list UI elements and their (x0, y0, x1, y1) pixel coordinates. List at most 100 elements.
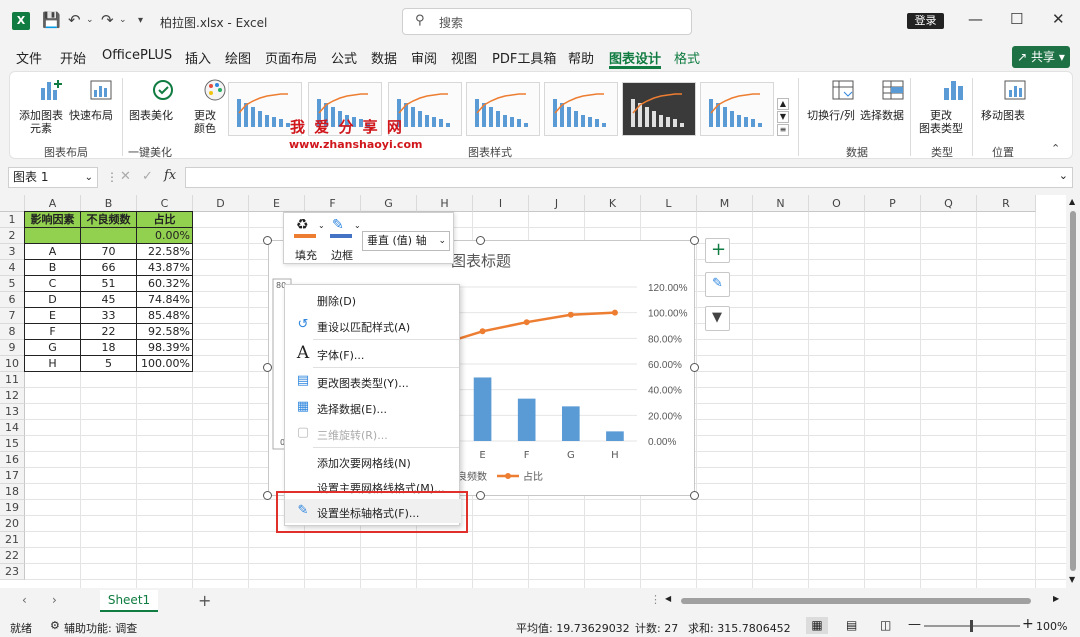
status-accessibility[interactable]: 辅助功能: 调查 (64, 620, 137, 636)
menu-home[interactable]: 开始 (60, 48, 86, 67)
table-cell[interactable]: 85.48% (136, 307, 193, 324)
table-cell[interactable]: 98.39% (136, 339, 193, 356)
scroll-up-icon[interactable]: ▲ (1069, 197, 1075, 206)
row-header-10[interactable]: 10 (0, 356, 25, 372)
resize-handle[interactable] (690, 491, 699, 500)
quick-layout-button[interactable]: 快速布局 (68, 78, 114, 122)
row-header-1[interactable]: 1 (0, 212, 25, 228)
table-cell[interactable]: 74.84% (136, 291, 193, 308)
header-cell[interactable]: 不良频数 (80, 211, 137, 228)
chart-title[interactable]: 图表标题 (451, 250, 511, 271)
switch-row-col-button[interactable]: 切换行/列 (806, 78, 856, 122)
menu-item-delete[interactable]: 删除(D) (285, 287, 461, 311)
cancel-formula-icon[interactable]: ✕ (120, 169, 131, 184)
row-header-17[interactable]: 17 (0, 468, 25, 484)
prev-sheet-icon[interactable]: ‹ (22, 593, 27, 607)
row-header-19[interactable]: 19 (0, 500, 25, 516)
table-cell[interactable]: E (24, 307, 81, 324)
chart-style-4[interactable] (466, 82, 540, 136)
undo-dropdown-icon[interactable]: ⌄ (86, 15, 94, 25)
column-header-j[interactable]: J (529, 195, 585, 212)
resize-handle[interactable] (263, 491, 272, 500)
chart-elements-button[interactable]: + (705, 238, 730, 263)
row-header-8[interactable]: 8 (0, 324, 25, 340)
row-header-6[interactable]: 6 (0, 292, 25, 308)
row-header-14[interactable]: 14 (0, 420, 25, 436)
fill-button[interactable]: ♻ ⌄ 填充 (292, 217, 325, 262)
chart-line-point[interactable] (523, 319, 530, 326)
maximize-icon[interactable]: ☐ (1010, 10, 1023, 28)
select-data-button[interactable]: 选择数据 (858, 78, 906, 122)
move-chart-button[interactable]: 移动图表 (978, 78, 1028, 122)
column-header-i[interactable]: I (473, 195, 529, 212)
column-header-l[interactable]: L (641, 195, 697, 212)
chart-bar-h[interactable] (606, 431, 624, 441)
zoom-in-icon[interactable]: + (1022, 616, 1034, 632)
undo-icon[interactable]: ↶ (68, 11, 81, 29)
header-cell[interactable]: 占比 (136, 211, 193, 228)
menu-chart-design[interactable]: 图表设计 (609, 48, 661, 67)
row-header-21[interactable]: 21 (0, 532, 25, 548)
chart-style-5[interactable] (544, 82, 618, 136)
column-header-d[interactable]: D (193, 195, 249, 212)
row-header-15[interactable]: 15 (0, 436, 25, 452)
menu-item-change-chart-type[interactable]: ▤ 更改图表类型(Y)... (285, 369, 461, 393)
table-cell[interactable]: G (24, 339, 81, 356)
resize-handle[interactable] (476, 236, 485, 245)
horizontal-scrollbar[interactable]: ◀ ▶ (665, 594, 1065, 608)
row-header-20[interactable]: 20 (0, 516, 25, 532)
resize-handle[interactable] (476, 491, 485, 500)
chart-bar-g[interactable] (561, 406, 580, 441)
redo-dropdown-icon[interactable]: ⌄ (119, 15, 127, 25)
table-cell[interactable]: H (24, 355, 81, 372)
table-cell[interactable]: 45 (80, 291, 137, 308)
hscroll-thumb[interactable] (681, 598, 1031, 604)
name-box-dropdown-icon[interactable]: ⌄ (85, 168, 93, 187)
row-header-12[interactable]: 12 (0, 388, 25, 404)
chart-style-7[interactable] (700, 82, 774, 136)
chart-bar-e[interactable] (473, 377, 492, 441)
column-header-a[interactable]: A (25, 195, 81, 212)
row-header-13[interactable]: 13 (0, 404, 25, 420)
zoom-out-icon[interactable]: — (908, 617, 921, 632)
table-cell[interactable]: 43.87% (136, 259, 193, 276)
menu-data[interactable]: 数据 (371, 48, 397, 67)
zoom-level[interactable]: 100% (1036, 620, 1067, 633)
scroll-thumb[interactable] (1070, 211, 1076, 571)
border-button[interactable]: ✎ ⌄ 边框 (328, 217, 361, 262)
chart-styles-button[interactable]: ✎ (705, 272, 730, 297)
table-cell[interactable]: 70 (80, 243, 137, 260)
share-button[interactable]: ↗ 共享 ▾ (1012, 46, 1070, 68)
chart-filters-button[interactable]: ▼ (705, 306, 730, 331)
search-box[interactable]: ⚲ 搜索 (402, 8, 692, 35)
menu-page-layout[interactable]: 页面布局 (265, 48, 317, 67)
column-header-b[interactable]: B (81, 195, 137, 212)
change-color-button[interactable]: 更改 颜色 (182, 78, 228, 135)
menu-item-select-data[interactable]: ▦ 选择数据(E)... (285, 395, 461, 419)
table-cell[interactable]: 18 (80, 339, 137, 356)
table-cell[interactable]: 100.00% (136, 355, 193, 372)
sheet-tab-sheet1[interactable]: Sheet1 (100, 590, 158, 612)
row-header-18[interactable]: 18 (0, 484, 25, 500)
column-header-p[interactable]: P (865, 195, 921, 212)
menu-review[interactable]: 审阅 (411, 48, 437, 67)
page-break-view-icon[interactable]: ◫ (880, 618, 891, 632)
chart-beautify-button[interactable]: 图表美化 (126, 78, 176, 122)
table-cell[interactable]: 33 (80, 307, 137, 324)
formula-input[interactable]: ⌄ (185, 167, 1073, 188)
chart-element-select[interactable]: 垂直 (值) 轴 ⌄ (362, 231, 450, 251)
table-cell[interactable]: 22.58% (136, 243, 193, 260)
table-cell[interactable]: 60.32% (136, 275, 193, 292)
menu-insert[interactable]: 插入 (185, 48, 211, 67)
table-cell[interactable] (80, 227, 137, 244)
column-header-f[interactable]: F (305, 195, 361, 212)
save-icon[interactable]: 💾 (42, 11, 61, 29)
style-gallery-more-icon[interactable]: ≡ (777, 124, 789, 136)
style-scroll-down-icon[interactable]: ▼ (777, 111, 789, 123)
table-cell[interactable]: C (24, 275, 81, 292)
menu-pdf-tools[interactable]: PDF工具箱 (492, 48, 556, 67)
insert-function-icon[interactable]: fx (164, 168, 176, 183)
column-header-h[interactable]: H (417, 195, 473, 212)
table-cell[interactable]: D (24, 291, 81, 308)
table-cell[interactable]: 0.00% (136, 227, 193, 244)
